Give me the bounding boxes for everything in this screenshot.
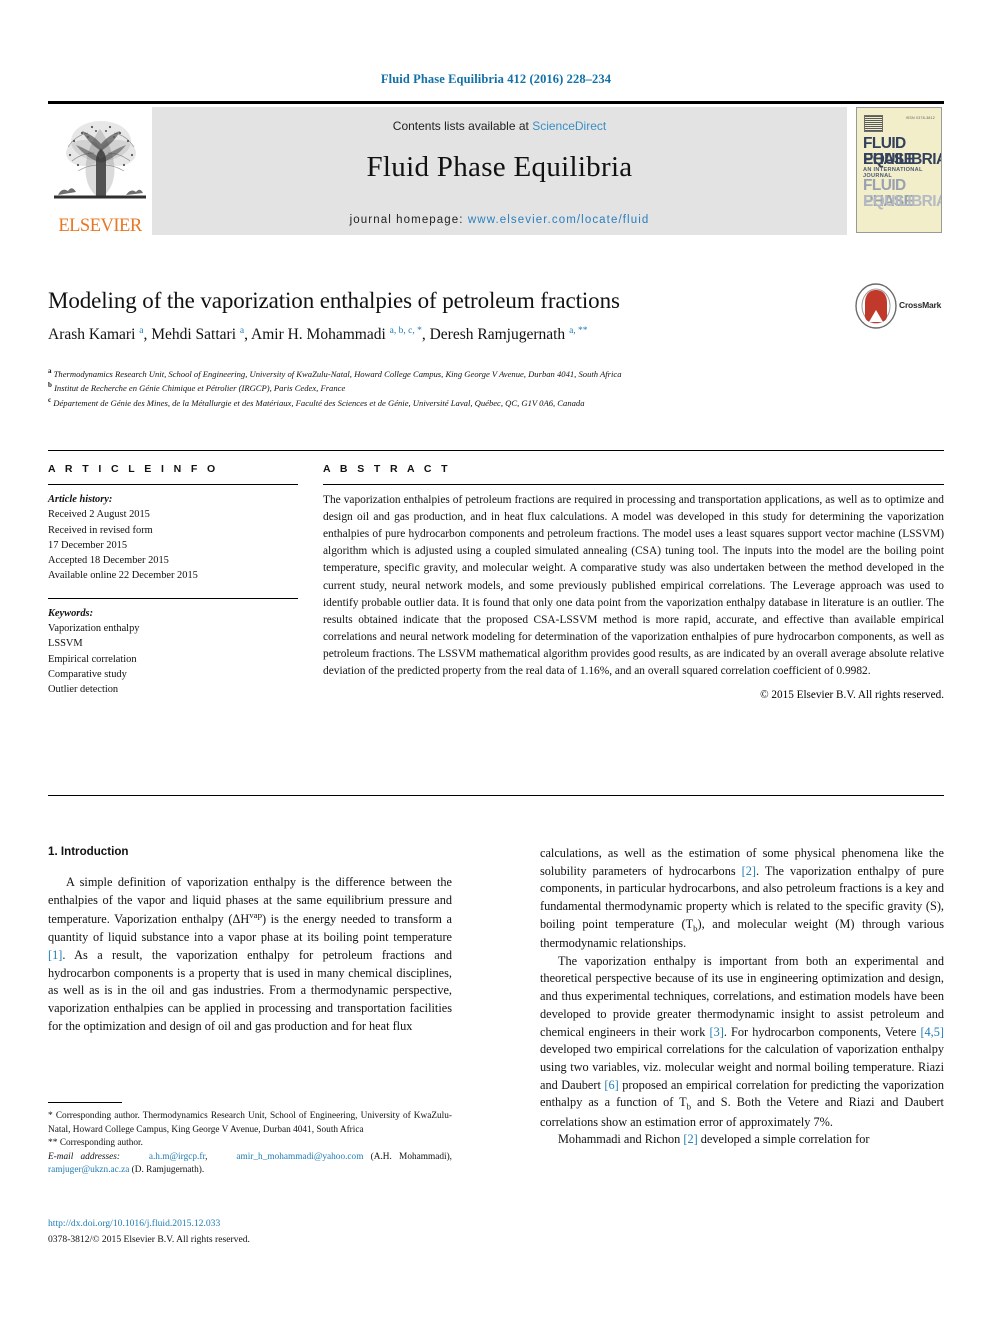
intro-paragraph-right-2: The vaporization enthalpy is important f… [540,953,944,1129]
intro-paragraph-left: A simple definition of vaporization enth… [48,875,452,1033]
keywords-block: Keywords: Vaporization enthalpy LSSVM Em… [48,606,298,698]
article-info-column: A R T I C L E I N F O Article history: R… [48,463,298,698]
affiliation-b-text: Institut de Recherche en Génie Chimique … [54,383,346,394]
sciencedirect-link[interactable]: ScienceDirect [532,119,606,133]
history-item: 17 December 2015 [48,539,128,551]
keyword-item: Vaporization enthalpy [48,623,140,635]
contents-available-line: Contents lists available at ScienceDirec… [152,119,847,133]
affiliation-a-text: Thermodynamics Research Unit, School of … [53,368,622,379]
article-info-heading: A R T I C L E I N F O [48,463,219,475]
keyword-item: LSSVM [48,638,83,650]
elsevier-tree-icon [48,111,152,206]
abstract-heading: A B S T R A C T [323,463,451,475]
footnote-rule [48,1102,122,1103]
body-right-column: calculations, as well as the estimation … [540,845,944,1149]
page-title: Modeling of the vaporization enthalpies … [48,288,620,313]
article-info-rule [48,484,298,485]
keyword-item: Empirical correlation [48,653,137,665]
contents-prefix: Contents lists available at [392,119,533,133]
info-band-top-rule [48,450,944,451]
abstract-column: A B S T R A C T The vaporization enthalp… [323,463,944,701]
keyword-item: Comparative study [48,668,127,680]
homepage-prefix: journal homepage: [349,214,468,226]
author-list: Arash Kamari a, Mehdi Sattari a, Amir H.… [48,326,588,344]
keywords-label: Keywords: [48,607,94,619]
article-history-block: Article history: Received 2 August 2015 … [48,492,298,584]
body-left-column: 1. Introduction A simple definition of v… [48,845,452,1035]
running-head: Fluid Phase Equilibria 412 (2016) 228–23… [380,72,612,86]
cover-line-2: EQUILIBRIA [863,151,942,168]
elsevier-logo-cell: ELSEVIER [48,107,152,236]
section-heading-introduction: 1. Introduction [48,845,129,858]
footnote-corresponding-1: * Corresponding author. Thermodynamics R… [48,1111,452,1135]
article-history-label: Article history: [48,494,113,505]
journal-cover-image: ISSN 0378-3812 FLUID PHASE EQUILIBRIA AN… [856,107,942,233]
journal-homepage-line: journal homepage: www.elsevier.com/locat… [152,214,847,226]
keywords-rule [48,597,298,599]
paper-page: Fluid Phase Equilibria 412 (2016) 228–23… [0,0,992,1323]
abstract-text: The vaporization enthalpies of petroleum… [323,494,944,678]
cover-issn: ISSN 0378-3812 [905,116,935,120]
footnote-corresponding-2: ** Corresponding author. [48,1138,143,1149]
history-item: Available online 22 December 2015 [48,570,198,582]
affiliation-b: b Institut de Recherche en Génie Chimiqu… [48,381,346,394]
history-item: Accepted 18 December 2015 [48,555,169,567]
affiliation-list: a Thermodynamics Research Unit, School o… [48,366,908,409]
journal-title: Fluid Phase Equilibria [366,151,633,183]
keyword-item: Outlier detection [48,684,119,696]
affiliation-a: a Thermodynamics Research Unit, School o… [48,367,622,379]
crossmark-label: CrossMark [899,300,942,310]
affiliation-c-text: Département de Génie des Mines, de la Mé… [53,397,585,408]
crossmark-icon [855,283,897,329]
journal-masthead: ELSEVIER Contents lists available at Sci… [48,101,944,236]
footnote-block: * Corresponding author. Thermodynamics R… [48,1110,452,1178]
abstract-rule [323,484,944,485]
issn-copyright-line: 0378-3812/© 2015 Elsevier B.V. All right… [48,1234,250,1245]
intro-paragraph-right-3: Mohammadi and Richon [2] developed a sim… [558,1132,870,1147]
info-band-bottom-rule [48,795,944,796]
abstract-copyright: © 2015 Elsevier B.V. All rights reserved… [760,689,944,702]
doi-link[interactable]: http://dx.doi.org/10.1016/j.fluid.2015.1… [48,1218,452,1229]
history-item: Received 2 August 2015 [48,509,150,521]
intro-paragraph-right-1: calculations, as well as the estimation … [540,846,944,951]
journal-banner: Contents lists available at ScienceDirec… [152,107,847,235]
journal-cover-cell: ISSN 0378-3812 FLUID PHASE EQUILIBRIA AN… [856,107,944,235]
elsevier-wordmark: ELSEVIER [58,216,142,236]
crossmark-badge[interactable]: CrossMark [855,283,947,329]
affiliation-c: c Département de Génie des Mines, de la … [48,395,585,408]
cover-elsevier-icon [864,115,883,132]
cover-line-5: EQUILIBRIA [863,193,942,210]
footnote-emails[interactable]: E-mail addresses: a.h.m@irgcp.fr, amir_h… [48,1151,452,1178]
history-item: Received in revised form [48,524,153,536]
homepage-url-link[interactable]: www.elsevier.com/locate/fluid [468,214,649,226]
